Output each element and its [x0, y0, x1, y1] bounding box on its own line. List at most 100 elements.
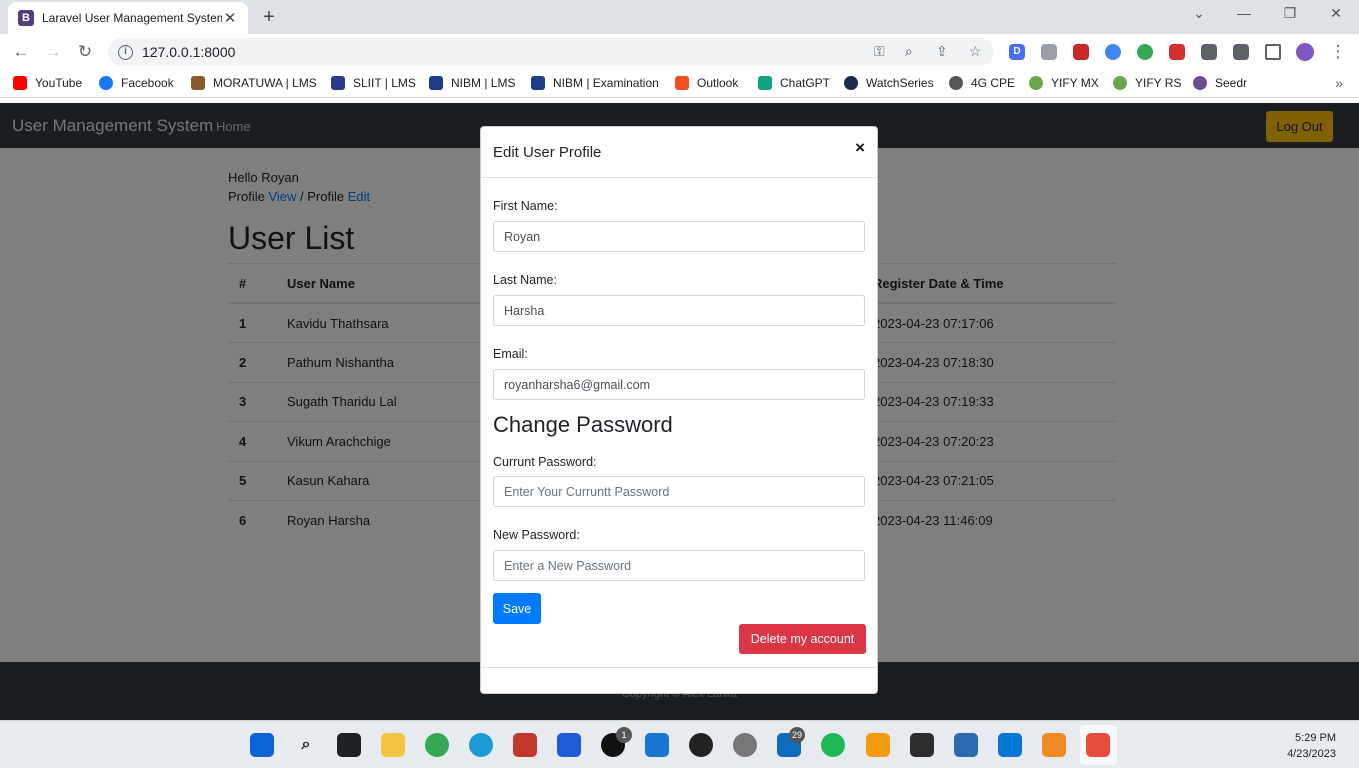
mail-icon[interactable]: [645, 733, 669, 757]
xbox-badge: 1: [616, 727, 632, 743]
nibm-icon: [429, 76, 443, 90]
tab-search-icon[interactable]: ⌄: [1184, 5, 1214, 22]
browser-menu-icon[interactable]: ⋮: [1326, 41, 1350, 63]
search-icon[interactable]: ⌕: [294, 733, 318, 757]
share-icon[interactable]: ⇪: [936, 43, 948, 60]
chrome-icon[interactable]: [425, 733, 449, 757]
current-password-label: Currunt Password:: [493, 455, 597, 469]
microsoft-icon: [675, 76, 689, 90]
moratuwa-icon: [191, 76, 205, 90]
outlook-badge: 29: [789, 727, 806, 743]
mysql-workbench-icon[interactable]: [513, 733, 537, 757]
window-close-icon[interactable]: ✕: [1321, 5, 1351, 22]
modal-close-icon[interactable]: ×: [855, 138, 865, 158]
obs-icon[interactable]: [689, 733, 713, 757]
bookmark-chatgpt[interactable]: ChatGPT: [758, 76, 830, 90]
youtube-icon: [13, 76, 27, 90]
current-password-field[interactable]: [493, 476, 865, 507]
yify-icon: [1029, 76, 1043, 90]
globe-extension-icon[interactable]: [1137, 44, 1153, 60]
bookmark-nibm-lms[interactable]: NIBM | LMS: [429, 76, 515, 90]
key-icon[interactable]: ⚿: [874, 43, 885, 60]
back-arrow-icon[interactable]: ←: [9, 41, 33, 63]
last-name-label: Last Name:: [493, 273, 557, 287]
task-view-icon[interactable]: [337, 733, 361, 757]
tab-title: Laravel User Management System: [42, 11, 222, 25]
tab-close-icon[interactable]: ✕: [222, 9, 238, 27]
minimize-icon[interactable]: —: [1229, 5, 1259, 21]
search-extension-icon[interactable]: [1105, 44, 1121, 60]
address-toolbar: ← → ↻ i 127.0.0.1:8000 ⚿ ⌕ ⇪ ☆ D ⋮: [0, 34, 1359, 70]
profile-avatar[interactable]: [1296, 43, 1314, 61]
chatgpt-icon: [758, 76, 772, 90]
bookmark-star-icon[interactable]: ☆: [969, 43, 982, 60]
reload-icon[interactable]: ↻: [73, 41, 97, 63]
save-button[interactable]: Save: [493, 593, 541, 624]
sliit-icon: [331, 76, 345, 90]
puzzle-extensions-icon[interactable]: [1201, 44, 1217, 60]
bookmark-yify-mx[interactable]: YIFY MX: [1029, 76, 1099, 90]
bookmark-sliit-lms[interactable]: SLIIT | LMS: [331, 76, 416, 90]
more-bookmarks-icon[interactable]: »: [1335, 75, 1343, 91]
email-field[interactable]: [493, 369, 865, 400]
record-extension-icon[interactable]: [1169, 44, 1185, 60]
change-password-heading: Change Password: [493, 412, 673, 437]
system-clock[interactable]: 5:29 PM 4/23/2023: [1270, 730, 1336, 762]
browser-tab-strip: B Laravel User Management System ✕ + ⌄ —…: [0, 0, 1359, 34]
url-text[interactable]: 127.0.0.1:8000: [142, 44, 235, 60]
sublime-text-icon[interactable]: [1042, 733, 1066, 757]
extension-d-icon[interactable]: D: [1009, 44, 1025, 60]
watchseries-icon: [844, 76, 858, 90]
web-page: User Management System Home Log Out Hell…: [0, 103, 1359, 720]
browser-tab[interactable]: B Laravel User Management System ✕: [8, 2, 248, 34]
spotify-icon[interactable]: [821, 733, 845, 757]
bootstrap-favicon-icon: B: [18, 10, 34, 26]
camera-extension-icon[interactable]: [1041, 44, 1057, 60]
yify-icon: [1113, 76, 1127, 90]
bookmarks-bar: YouTube Facebook MORATUWA | LMS SLIIT | …: [0, 70, 1359, 98]
notepad-icon[interactable]: [954, 733, 978, 757]
media-control-icon[interactable]: [1233, 44, 1249, 60]
bookmark-outlook[interactable]: Outlook: [675, 76, 738, 90]
first-name-field[interactable]: [493, 221, 865, 252]
modal-footer-divider: [481, 667, 877, 668]
modal-header: Edit User Profile ×: [481, 127, 877, 178]
forward-arrow-icon[interactable]: →: [41, 41, 65, 63]
windows-taskbar: ⌕ 1 29 5:29 PM 4/23/2023: [0, 720, 1359, 768]
terminal-icon[interactable]: [910, 733, 934, 757]
bookmark-nibm-examination[interactable]: NIBM | Examination: [531, 76, 659, 90]
bookmark-watchseries[interactable]: WatchSeries: [844, 76, 934, 90]
new-tab-button[interactable]: +: [258, 6, 280, 28]
vscode-icon[interactable]: [998, 733, 1022, 757]
side-panel-icon[interactable]: [1265, 44, 1281, 60]
zoom-icon[interactable]: ⌕: [905, 43, 913, 60]
globe-icon: [949, 76, 963, 90]
facebook-icon: [99, 76, 113, 90]
first-name-label: First Name:: [493, 199, 558, 213]
clock-time: 5:29 PM: [1295, 732, 1336, 744]
bookmark-moratuwa-lms[interactable]: MORATUWA | LMS: [191, 76, 317, 90]
restore-icon[interactable]: ❐: [1275, 5, 1305, 22]
address-bar[interactable]: i 127.0.0.1:8000 ⚿ ⌕ ⇪ ☆: [108, 38, 994, 66]
microsoft-store-icon[interactable]: [557, 733, 581, 757]
nibm-icon: [531, 76, 545, 90]
email-label: Email:: [493, 347, 528, 361]
new-password-field[interactable]: [493, 550, 865, 581]
bookmark-facebook[interactable]: Facebook: [99, 76, 174, 90]
site-info-icon[interactable]: i: [118, 44, 133, 60]
bookmark-seedr[interactable]: Seedr: [1193, 76, 1247, 90]
bookmark-youtube[interactable]: YouTube: [13, 76, 82, 90]
bookmark-4g-cpe[interactable]: 4G CPE: [949, 76, 1015, 90]
modal-title: Edit User Profile: [493, 144, 602, 161]
delete-account-button[interactable]: Delete my account: [739, 624, 866, 654]
clock-date: 4/23/2023: [1287, 748, 1336, 760]
file-explorer-icon[interactable]: [381, 733, 405, 757]
video-extension-icon[interactable]: [1073, 44, 1089, 60]
xampp-icon[interactable]: [866, 733, 890, 757]
last-name-field[interactable]: [493, 295, 865, 326]
incognito-icon[interactable]: [733, 733, 757, 757]
edge-icon[interactable]: [469, 733, 493, 757]
snipping-tool-icon[interactable]: [1086, 733, 1110, 757]
bookmark-yify-rs[interactable]: YIFY RS: [1113, 76, 1181, 90]
windows-start-icon[interactable]: [250, 733, 274, 757]
